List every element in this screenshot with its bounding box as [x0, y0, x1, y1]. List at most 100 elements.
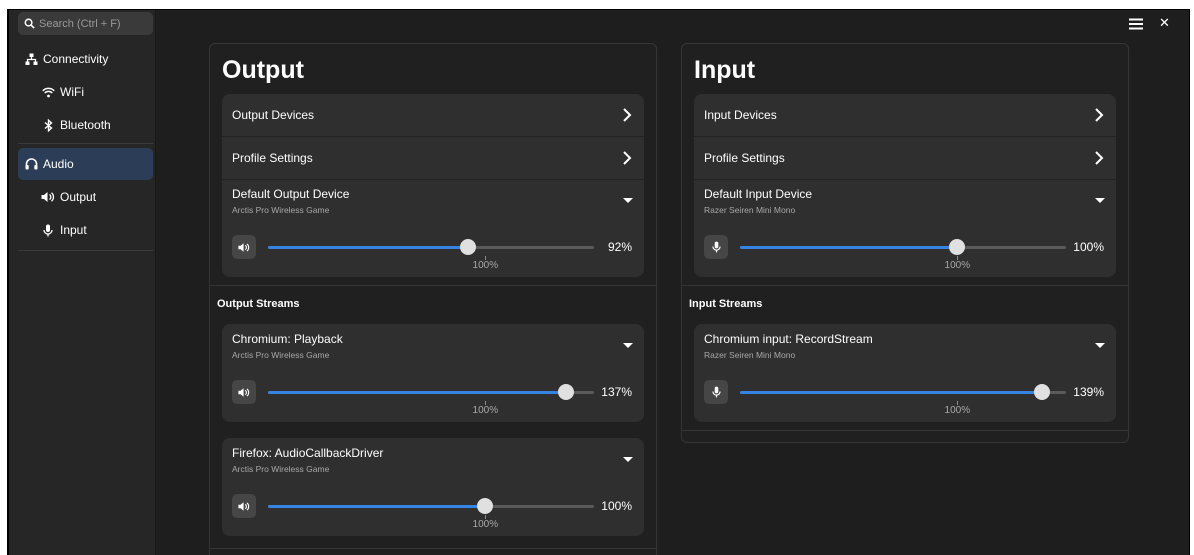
chevron-right-icon [623, 151, 632, 165]
volume-fill [268, 246, 468, 249]
sidebar-item-label: Input [60, 223, 87, 237]
profile-settings-row[interactable]: Profile Settings [222, 137, 644, 180]
input-devices-row[interactable]: Input Devices [694, 94, 1116, 137]
search-icon [24, 18, 35, 29]
dropdown-caret-icon[interactable] [1095, 198, 1105, 203]
default-output-title: Default Output Device [232, 187, 350, 201]
volume-fill [268, 505, 486, 508]
microphone-icon [41, 223, 55, 237]
wifi-icon [41, 85, 55, 99]
divider [210, 548, 656, 549]
divider [210, 285, 656, 286]
sidebar-item-label: Audio [43, 157, 74, 171]
slider-100-label: 100% [472, 260, 499, 271]
volume-knob[interactable] [459, 239, 476, 255]
output-streams-title: Output Streams [217, 298, 300, 310]
sidebar: Search (Ctrl + F) Connectivity WiFi Blue… [9, 10, 156, 555]
speaker-icon [41, 190, 55, 204]
input-settings-card: Input Devices Profile Settings Default I… [694, 94, 1116, 277]
volume-knob[interactable] [1034, 384, 1051, 400]
speaker-icon [238, 501, 250, 511]
sidebar-item-input[interactable]: Input [18, 214, 153, 246]
mute-button[interactable] [232, 380, 256, 404]
app-window: Search (Ctrl + F) Connectivity WiFi Blue… [7, 9, 1190, 555]
search-placeholder: Search (Ctrl + F) [39, 17, 121, 30]
volume-slider[interactable]: 100% [268, 384, 594, 416]
mute-button[interactable] [704, 235, 728, 259]
stream-device: Arctis Pro Wireless Game [232, 464, 330, 474]
sidebar-item-label: WiFi [60, 85, 84, 99]
volume-knob[interactable] [477, 498, 494, 514]
sidebar-divider [18, 250, 153, 251]
divider [682, 430, 1128, 431]
menu-icon[interactable] [1129, 18, 1143, 30]
sidebar-item-label: Output [60, 190, 97, 204]
volume-fill [268, 391, 566, 394]
dropdown-caret-icon[interactable] [623, 343, 633, 348]
output-settings-card: Output Devices Profile Settings Default … [222, 94, 644, 277]
stream-device: Arctis Pro Wireless Game [232, 350, 330, 360]
search-input[interactable]: Search (Ctrl + F) [18, 12, 153, 35]
chevron-right-icon [623, 108, 632, 122]
output-devices-label: Output Devices [232, 108, 315, 122]
sidebar-item-connectivity[interactable]: Connectivity [18, 43, 153, 75]
stream-device: Razer Seiren Mini Mono [704, 350, 796, 360]
sidebar-divider [18, 143, 153, 144]
chevron-right-icon [1095, 108, 1104, 122]
sidebar-item-bluetooth[interactable]: Bluetooth [18, 109, 153, 141]
input-devices-label: Input Devices [704, 108, 777, 122]
volume-slider[interactable]: 100% [740, 384, 1066, 416]
volume-fill [740, 391, 1043, 394]
volume-knob[interactable] [949, 239, 966, 255]
output-stream-card: Firefox: AudioCallbackDriver Arctis Pro … [222, 438, 644, 536]
sidebar-item-label: Bluetooth [60, 118, 111, 132]
output-panel: Output Output Devices Profile Settings D… [209, 43, 657, 555]
default-input-title: Default Input Device [704, 187, 813, 201]
sidebar-item-audio[interactable]: Audio [18, 148, 153, 180]
chevron-right-icon [1095, 151, 1104, 165]
input-title: Input [694, 56, 756, 84]
volume-percent: 92% [607, 240, 632, 254]
close-icon[interactable]: ✕ [1159, 15, 1170, 31]
output-devices-row[interactable]: Output Devices [222, 94, 644, 137]
volume-slider[interactable]: 100% [268, 498, 594, 530]
profile-settings-row[interactable]: Profile Settings [694, 137, 1116, 180]
profile-settings-label: Profile Settings [232, 151, 313, 165]
dropdown-caret-icon[interactable] [623, 198, 633, 203]
network-icon [24, 52, 38, 66]
slider-100-label: 100% [944, 260, 971, 271]
volume-percent: 137% [601, 385, 632, 399]
sidebar-item-output[interactable]: Output [18, 181, 153, 213]
volume-percent: 100% [601, 499, 632, 513]
output-title: Output [222, 56, 304, 84]
slider-100-label: 100% [472, 519, 499, 530]
slider-100-label: 100% [472, 405, 499, 416]
mute-button[interactable] [232, 235, 256, 259]
volume-knob[interactable] [557, 384, 574, 400]
stream-name: Chromium input: RecordStream [704, 332, 873, 346]
mute-button[interactable] [232, 494, 256, 518]
default-input-device: Default Input Device Razer Seiren Mini M… [694, 180, 1116, 277]
divider [682, 285, 1128, 286]
default-output-name: Arctis Pro Wireless Game [232, 205, 330, 215]
volume-percent: 100% [1073, 240, 1104, 254]
stream-name: Firefox: AudioCallbackDriver [232, 446, 384, 460]
volume-slider[interactable]: 100% [740, 239, 1066, 271]
microphone-icon [711, 241, 721, 253]
slider-100-label: 100% [944, 405, 971, 416]
default-input-name: Razer Seiren Mini Mono [704, 205, 796, 215]
dropdown-caret-icon[interactable] [623, 457, 633, 462]
dropdown-caret-icon[interactable] [1095, 343, 1105, 348]
sidebar-item-wifi[interactable]: WiFi [18, 76, 153, 108]
input-stream-card: Chromium input: RecordStream Razer Seire… [694, 324, 1116, 422]
headphones-icon [24, 157, 38, 171]
output-stream-card: Chromium: Playback Arctis Pro Wireless G… [222, 324, 644, 422]
profile-settings-label: Profile Settings [704, 151, 785, 165]
speaker-icon [238, 242, 250, 252]
volume-slider[interactable]: 100% [268, 239, 594, 271]
stream-name: Chromium: Playback [232, 332, 343, 346]
mute-button[interactable] [704, 380, 728, 404]
default-output-device: Default Output Device Arctis Pro Wireles… [222, 180, 644, 277]
input-panel: Input Input Devices Profile Settings Def… [681, 43, 1129, 443]
input-streams-title: Input Streams [689, 298, 763, 310]
